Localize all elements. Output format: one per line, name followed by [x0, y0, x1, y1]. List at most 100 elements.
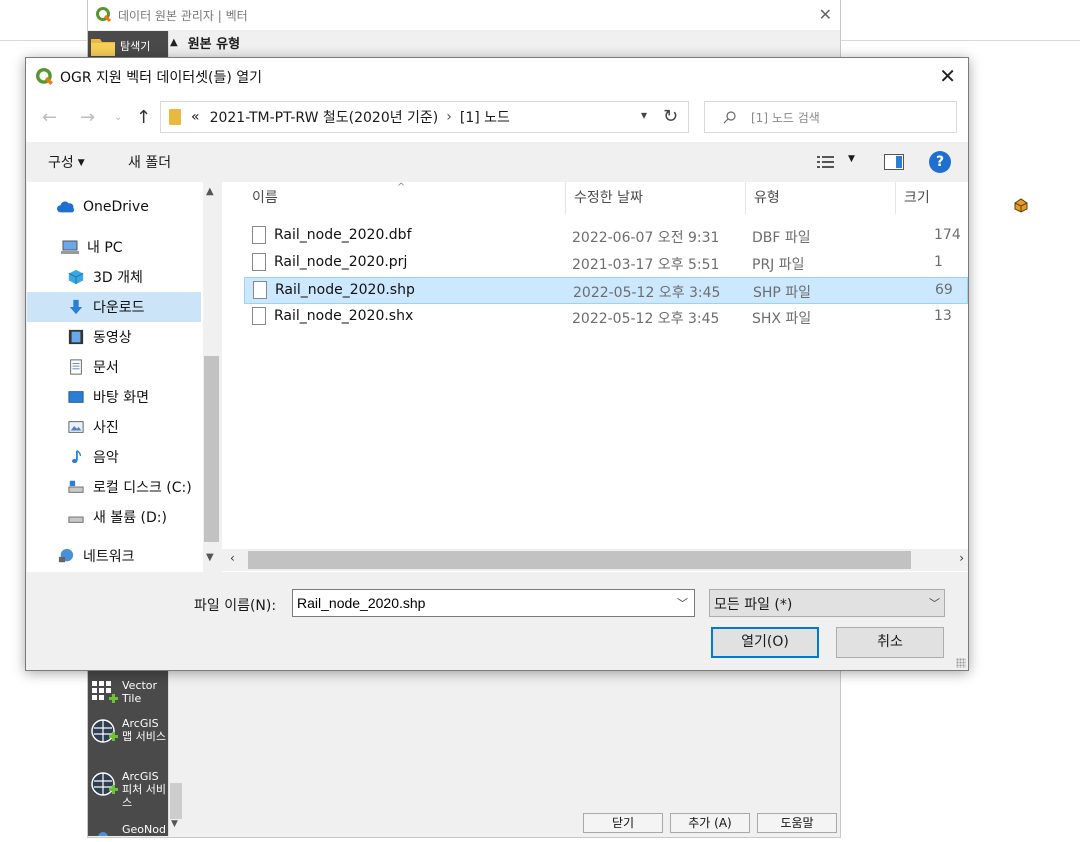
nav-item-desktop[interactable]: 바탕 화면: [27, 382, 201, 412]
recent-locations-chevron-icon[interactable]: ⌄: [114, 112, 122, 123]
file-date: 2022-05-12 오후 3:45: [573, 285, 721, 301]
drive-d-icon: [68, 516, 84, 523]
horizontal-scrollbar[interactable]: ‹ ›: [222, 549, 968, 571]
nav-item-downloads[interactable]: 다운로드: [27, 292, 201, 322]
nav-item-label: 내 PC: [87, 240, 123, 256]
source-type-header[interactable]: ▲ 원본 유형: [168, 31, 828, 53]
file-name: Rail_node_2020.shx: [274, 308, 414, 324]
nav-item-onedrive[interactable]: OneDrive: [27, 192, 201, 222]
column-header-name[interactable]: 이름: [244, 182, 566, 214]
file-icon: [252, 307, 266, 325]
document-icon: [70, 359, 82, 375]
file-size: 1: [934, 254, 943, 270]
command-toolbar: 구성 ▼ 새 폴더 ▼ ?: [26, 142, 968, 182]
nav-item-label: 사진: [93, 420, 119, 436]
file-name: Rail_node_2020.prj: [274, 254, 408, 270]
close-button[interactable]: 닫기: [583, 813, 663, 833]
help-button[interactable]: 도움말: [757, 813, 837, 833]
file-row[interactable]: Rail_node_2020.dbf 2022-06-07 오전 9:31 DB…: [244, 223, 968, 250]
file-row[interactable]: Rail_node_2020.prj 2021-03-17 오후 5:51 PR…: [244, 250, 968, 277]
file-type-filter-select[interactable]: 모든 파일 (*): [709, 589, 945, 617]
sidebar-item-arcgis-map-service[interactable]: ArcGIS 맵 서비스: [90, 717, 166, 745]
navigation-pane-scrollbar[interactable]: ▲ ▼: [203, 182, 220, 572]
folder-icon: [91, 39, 115, 56]
nav-item-label: 바탕 화면: [93, 390, 149, 406]
scrollbar-thumb[interactable]: [248, 551, 911, 569]
sidebar-item-vector-tile[interactable]: Vector Tile: [90, 679, 166, 707]
address-bar[interactable]: « 2021-TM-PT-RW 철도(2020년 기준) › [1] 노드 ▾: [160, 101, 654, 133]
file-row-selected[interactable]: Rail_node_2020.shp 2022-05-12 오후 3:45 SH…: [244, 277, 968, 304]
scroll-up-arrow-icon[interactable]: ▲: [206, 186, 214, 197]
search-input[interactable]: [1] 노드 검색: [704, 101, 957, 133]
dialog-title: OGR 지원 벡터 데이터셋(들) 열기: [60, 70, 262, 86]
file-icon: [252, 226, 266, 244]
chevron-down-icon[interactable]: ▾: [641, 108, 647, 122]
bg-window-title: 데이터 원본 관리자 | 벡터: [118, 8, 248, 23]
nav-item-documents[interactable]: 문서: [27, 352, 201, 382]
collapse-triangle-icon[interactable]: ▲: [170, 37, 178, 48]
scroll-right-arrow-icon[interactable]: ›: [959, 551, 964, 565]
arcgis-globe-icon: [91, 719, 118, 743]
chevron-down-icon[interactable]: ﹀: [929, 595, 940, 611]
new-folder-button[interactable]: 새 폴더: [128, 152, 171, 172]
refresh-icon[interactable]: ↻: [653, 101, 689, 133]
qgis-logo-icon: [96, 7, 112, 23]
nav-item-volume-d[interactable]: 새 볼륨 (D:): [27, 502, 201, 532]
drive-c-icon: [68, 480, 84, 493]
breadcrumb-separator-icon[interactable]: ›: [446, 109, 452, 125]
add-button[interactable]: 추가 (A): [670, 813, 750, 833]
sidebar-item-arcgis-feature-service[interactable]: ArcGIS 피처 서비스: [90, 770, 166, 809]
nav-item-videos[interactable]: 동영상: [27, 322, 201, 352]
file-size: 13: [934, 308, 952, 324]
nav-item-label: 문서: [93, 360, 119, 376]
column-header-date[interactable]: 수정한 날짜: [566, 182, 746, 214]
nav-item-3d-objects[interactable]: 3D 개체: [27, 262, 201, 292]
dialog-footer: 파일 이름(N): ﹀ 모든 파일 (*) ﹀ 열기(O) 취소: [26, 572, 968, 670]
pc-icon: [61, 240, 79, 254]
breadcrumb-item[interactable]: 2021-TM-PT-RW 철도(2020년 기준): [210, 107, 439, 127]
help-icon[interactable]: ?: [929, 151, 951, 173]
filename-history-chevron-icon[interactable]: ﹀: [677, 595, 688, 611]
file-list: ^ 이름 수정한 날짜 유형 크기 Rail_node_2020.dbf 202…: [222, 182, 968, 572]
up-arrow-icon[interactable]: ↑: [136, 107, 151, 128]
resize-grip-icon[interactable]: [956, 658, 966, 668]
scrollbar-thumb[interactable]: [204, 356, 219, 542]
view-options-caret-icon[interactable]: ▼: [848, 154, 855, 164]
network-icon: [58, 548, 74, 563]
file-row[interactable]: Rail_node_2020.shx 2022-05-12 오후 3:45 SH…: [244, 304, 968, 331]
file-icon: [253, 281, 267, 299]
scroll-down-arrow-icon[interactable]: ▼: [206, 552, 214, 563]
preview-pane-icon[interactable]: [884, 154, 904, 170]
arcgis-globe-icon: [91, 772, 118, 796]
nav-item-music[interactable]: 음악: [27, 442, 201, 472]
file-date: 2022-06-07 오전 9:31: [572, 230, 720, 246]
nav-item-pictures[interactable]: 사진: [27, 412, 201, 442]
search-icon: [723, 111, 736, 124]
sidebar-item-explorer[interactable]: 탐색기: [90, 35, 166, 57]
breadcrumb-item[interactable]: [1] 노드: [460, 107, 510, 127]
package-icon: [1014, 198, 1028, 213]
nav-item-local-disk-c[interactable]: 로컬 디스크 (C:): [27, 472, 201, 502]
scroll-left-arrow-icon[interactable]: ‹: [230, 551, 235, 565]
bg-button-row: 닫기 추가 (A) 도움말: [88, 813, 840, 835]
nav-item-label: 새 볼륨 (D:): [93, 510, 167, 526]
view-options-icon[interactable]: [816, 154, 836, 170]
bg-close-icon[interactable]: ✕: [819, 5, 832, 24]
file-icon: [252, 253, 266, 271]
forward-arrow-icon[interactable]: →: [80, 107, 95, 128]
download-icon: [69, 299, 83, 315]
nav-item-network[interactable]: 네트워크: [27, 541, 201, 571]
column-header-size[interactable]: 크기: [896, 182, 968, 214]
open-button[interactable]: 열기(O): [711, 627, 819, 658]
cancel-button[interactable]: 취소: [836, 627, 944, 658]
nav-item-this-pc[interactable]: 내 PC: [27, 232, 201, 262]
back-arrow-icon[interactable]: ←: [42, 107, 57, 128]
3d-objects-icon: [68, 269, 84, 285]
organize-menu-button[interactable]: 구성 ▼: [48, 152, 85, 172]
breadcrumb-overflow[interactable]: «: [191, 109, 200, 125]
onedrive-cloud-icon: [57, 201, 75, 213]
filename-input[interactable]: [292, 589, 695, 617]
dialog-close-icon[interactable]: ✕: [939, 64, 956, 88]
file-name: Rail_node_2020.dbf: [274, 227, 412, 243]
column-header-type[interactable]: 유형: [746, 182, 896, 214]
